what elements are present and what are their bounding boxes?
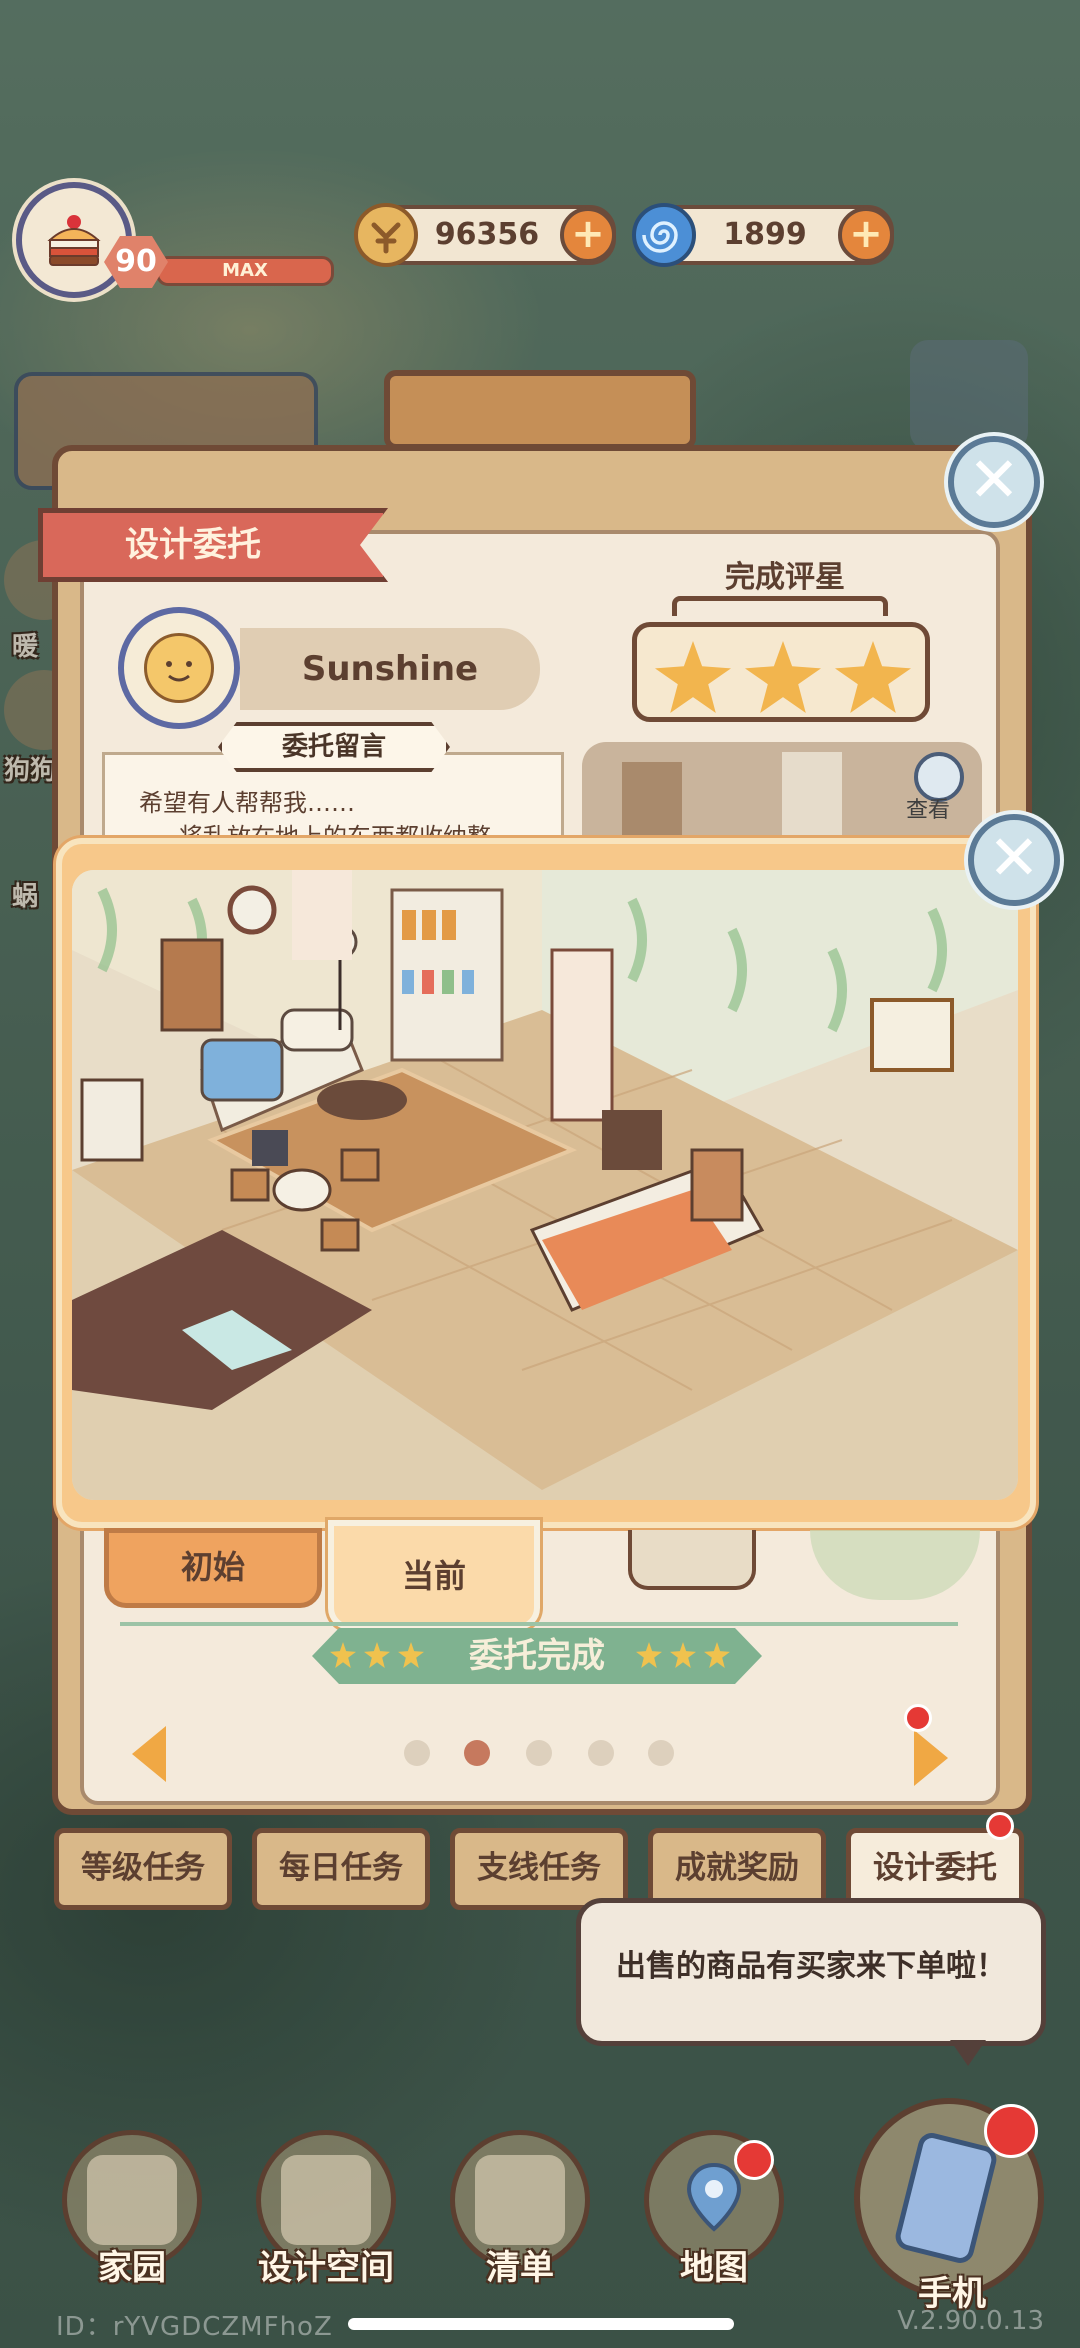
client-name: Sunshine <box>301 649 479 689</box>
pager-dot[interactable] <box>648 1740 674 1766</box>
pager-dot[interactable] <box>526 1740 552 1766</box>
notification-text: 出售的商品有买家来下单啦！ <box>616 1949 1006 1984</box>
map-badge <box>734 2140 774 2180</box>
reward-slot-1 <box>628 1530 756 1590</box>
star-icon-1 <box>655 641 731 713</box>
spiral-gem-icon <box>632 203 696 267</box>
panel-close-button[interactable]: ✕ <box>948 436 1040 528</box>
bubble-tail <box>950 2040 986 2066</box>
coin-value: 96356 <box>434 217 540 252</box>
popup-close-button[interactable]: ✕ <box>968 814 1060 906</box>
tab-initial[interactable]: 初始 <box>104 1528 322 1608</box>
nav-home-label: 家园 <box>98 2248 166 2288</box>
status-divider <box>120 1622 958 1626</box>
client-name-bar: Sunshine <box>240 628 540 710</box>
next-arrow-badge <box>904 1704 932 1732</box>
panel-header-tab <box>384 370 696 450</box>
commission-title-ribbon: 设计委托 <box>38 508 388 582</box>
nav-design-label: 设计空间 <box>258 2248 394 2288</box>
design-commission-badge <box>986 1812 1014 1840</box>
commission-title: 设计委托 <box>125 525 261 565</box>
tab-level-tasks[interactable]: 等级任务 <box>54 1828 232 1910</box>
level-indicator: MAX 90 <box>104 236 334 288</box>
add-gems-button[interactable]: + <box>838 207 894 263</box>
home-indicator-bar[interactable] <box>348 2318 734 2330</box>
level-bar: MAX <box>156 256 334 286</box>
pager-dot[interactable] <box>588 1740 614 1766</box>
message-title-tag: 委托留言 <box>218 722 450 772</box>
house-icon <box>87 2155 177 2245</box>
checklist-icon <box>475 2155 565 2245</box>
ruler-triangle-icon <box>281 2155 371 2245</box>
next-arrow-button[interactable] <box>914 1730 948 1786</box>
version-label: V.2.90.0.13 <box>897 2306 1044 2336</box>
level-max-label: MAX <box>222 260 268 281</box>
add-coins-button[interactable]: + <box>560 207 616 263</box>
notification-bubble[interactable]: 出售的商品有买家来下单啦！ <box>576 1898 1046 2046</box>
room-preview-image <box>72 870 1018 1500</box>
client-avatar[interactable] <box>118 607 240 729</box>
sun-face-icon <box>144 633 214 703</box>
nav-list-label: 清单 <box>486 2248 554 2288</box>
gem-value: 1899 <box>723 217 807 252</box>
isometric-room-illustration <box>72 870 1018 1500</box>
phone-icon <box>892 2130 1000 2266</box>
phone-badge <box>984 2104 1038 2158</box>
prev-arrow-button[interactable] <box>132 1726 166 1782</box>
tab-daily-tasks[interactable]: 每日任务 <box>252 1828 430 1910</box>
coin-counter: 96356 + <box>354 203 616 267</box>
star-icon-3 <box>835 641 911 713</box>
message-title: 委托留言 <box>281 732 386 762</box>
rating-title: 完成评星 <box>725 560 845 595</box>
star-icon-2 <box>745 641 821 713</box>
thumb-bookcase <box>782 752 842 842</box>
cake-avatar-icon <box>47 215 101 266</box>
message-line-1: 希望有人帮帮我…… <box>139 789 355 817</box>
pager-dot-active[interactable] <box>464 1740 490 1766</box>
rating-board <box>632 622 930 722</box>
level-number: 90 <box>115 244 157 279</box>
tab-current[interactable]: 当前 <box>328 1520 540 1630</box>
rating-board-hanger <box>672 596 888 616</box>
gem-counter: 1899 + <box>632 203 894 267</box>
pager-dot[interactable] <box>404 1740 430 1766</box>
thumb-shelf <box>622 762 682 842</box>
player-id: ID：rYVGDCZMFhoZ <box>56 2312 333 2342</box>
nav-map-label: 地图 <box>680 2248 748 2288</box>
view-label: 查看 <box>906 798 951 823</box>
coin-icon <box>354 203 418 267</box>
